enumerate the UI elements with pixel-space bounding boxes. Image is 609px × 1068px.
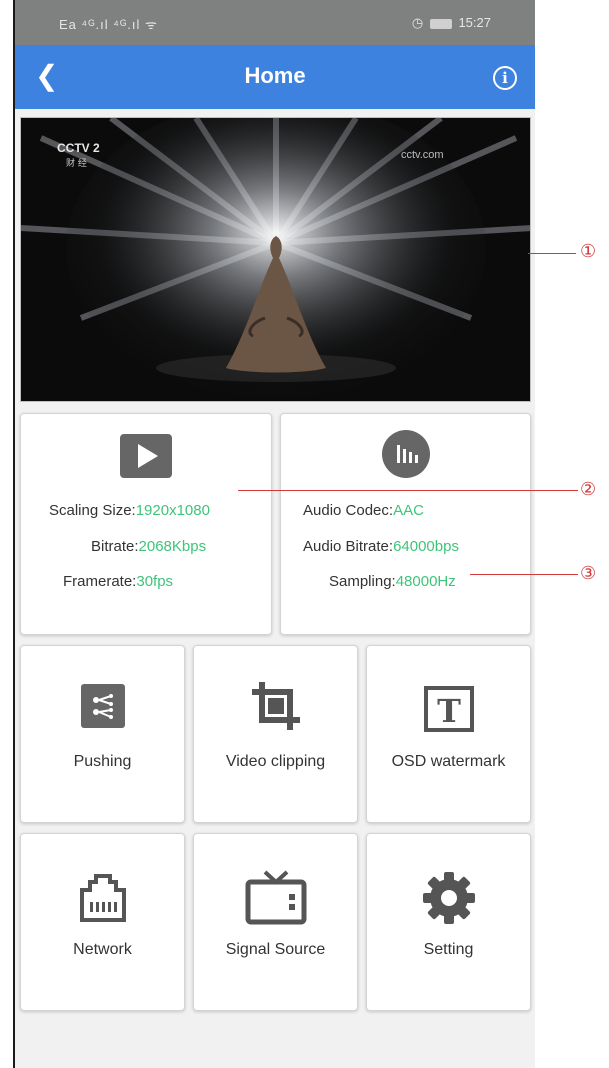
- bitrate-row: Bitrate:2068Kbps: [91, 538, 207, 555]
- tile-pushing[interactable]: Pushing: [20, 645, 185, 823]
- tile-label: Network: [73, 941, 132, 958]
- tile-label: Signal Source: [225, 941, 326, 958]
- audio-bars-icon: [381, 430, 430, 478]
- channel-logo: CCTV 2: [57, 141, 100, 155]
- watermark-text: cctv.com: [401, 149, 444, 161]
- video-preview[interactable]: CCTV 2 财 经 cctv.com: [20, 117, 531, 402]
- info-icon[interactable]: i: [493, 66, 517, 90]
- crop-icon: [251, 682, 300, 730]
- tile-label: Pushing: [73, 753, 132, 770]
- app-bar: ❮ Home i: [15, 45, 535, 109]
- audio-codec-row: Audio Codec:AAC: [303, 502, 424, 519]
- phone-screen: Ea ⁴ᴳ.ıl ⁴ᴳ.ıl ᯤ ◷ 15:27 ❮ Home i CCTV 2…: [13, 0, 535, 1068]
- callout-3: ③: [580, 563, 597, 584]
- video-play-icon: [120, 434, 172, 478]
- battery-icon: [429, 18, 452, 29]
- gear-icon: [422, 872, 475, 924]
- video-frame: CCTV 2 财 经 cctv.com: [21, 118, 530, 401]
- callout-line-1: [528, 253, 576, 254]
- signal-icons: Ea ⁴ᴳ.ıl ⁴ᴳ.ıl ᯤ: [59, 17, 158, 32]
- callout-1: ①: [580, 241, 597, 262]
- channel-sub: 财 经: [66, 157, 87, 169]
- tile-label: Setting: [423, 941, 474, 958]
- page-title: Home: [244, 63, 306, 88]
- alarm-icon: ◷: [411, 15, 424, 30]
- tile-label: Video clipping: [225, 753, 326, 770]
- svg-text:T: T: [437, 692, 461, 730]
- status-bar: Ea ⁴ᴳ.ıl ⁴ᴳ.ıl ᯤ ◷ 15:27: [15, 0, 535, 45]
- text-watermark-icon: T: [423, 686, 474, 732]
- status-right: ◷ 15:27: [412, 15, 491, 31]
- status-time: 15:27: [458, 15, 491, 30]
- tile-network[interactable]: Network: [20, 833, 185, 1011]
- tile-signal-source[interactable]: Signal Source: [193, 833, 358, 1011]
- tv-icon: [245, 870, 306, 925]
- tile-osd-watermark[interactable]: T OSD watermark: [366, 645, 531, 823]
- callout-line-2: [238, 490, 578, 491]
- audio-bitrate-row: Audio Bitrate:64000bps: [303, 538, 459, 555]
- scaling-size-row: Scaling Size:1920x1080: [49, 502, 210, 519]
- video-info-card: Scaling Size:1920x1080 Bitrate:2068Kbps …: [20, 413, 272, 635]
- sampling-row: Sampling:48000Hz: [329, 573, 456, 590]
- callout-line-3: [470, 574, 578, 575]
- tile-setting[interactable]: Setting: [366, 833, 531, 1011]
- network-port-icon: [79, 874, 126, 922]
- framerate-row: Framerate:30fps: [63, 573, 174, 590]
- tile-label: OSD watermark: [391, 753, 506, 770]
- audio-info-card: Audio Codec:AAC Audio Bitrate:64000bps S…: [280, 413, 531, 635]
- pushing-icon: [80, 684, 125, 728]
- callout-2: ②: [580, 479, 597, 500]
- tile-video-clipping[interactable]: Video clipping: [193, 645, 358, 823]
